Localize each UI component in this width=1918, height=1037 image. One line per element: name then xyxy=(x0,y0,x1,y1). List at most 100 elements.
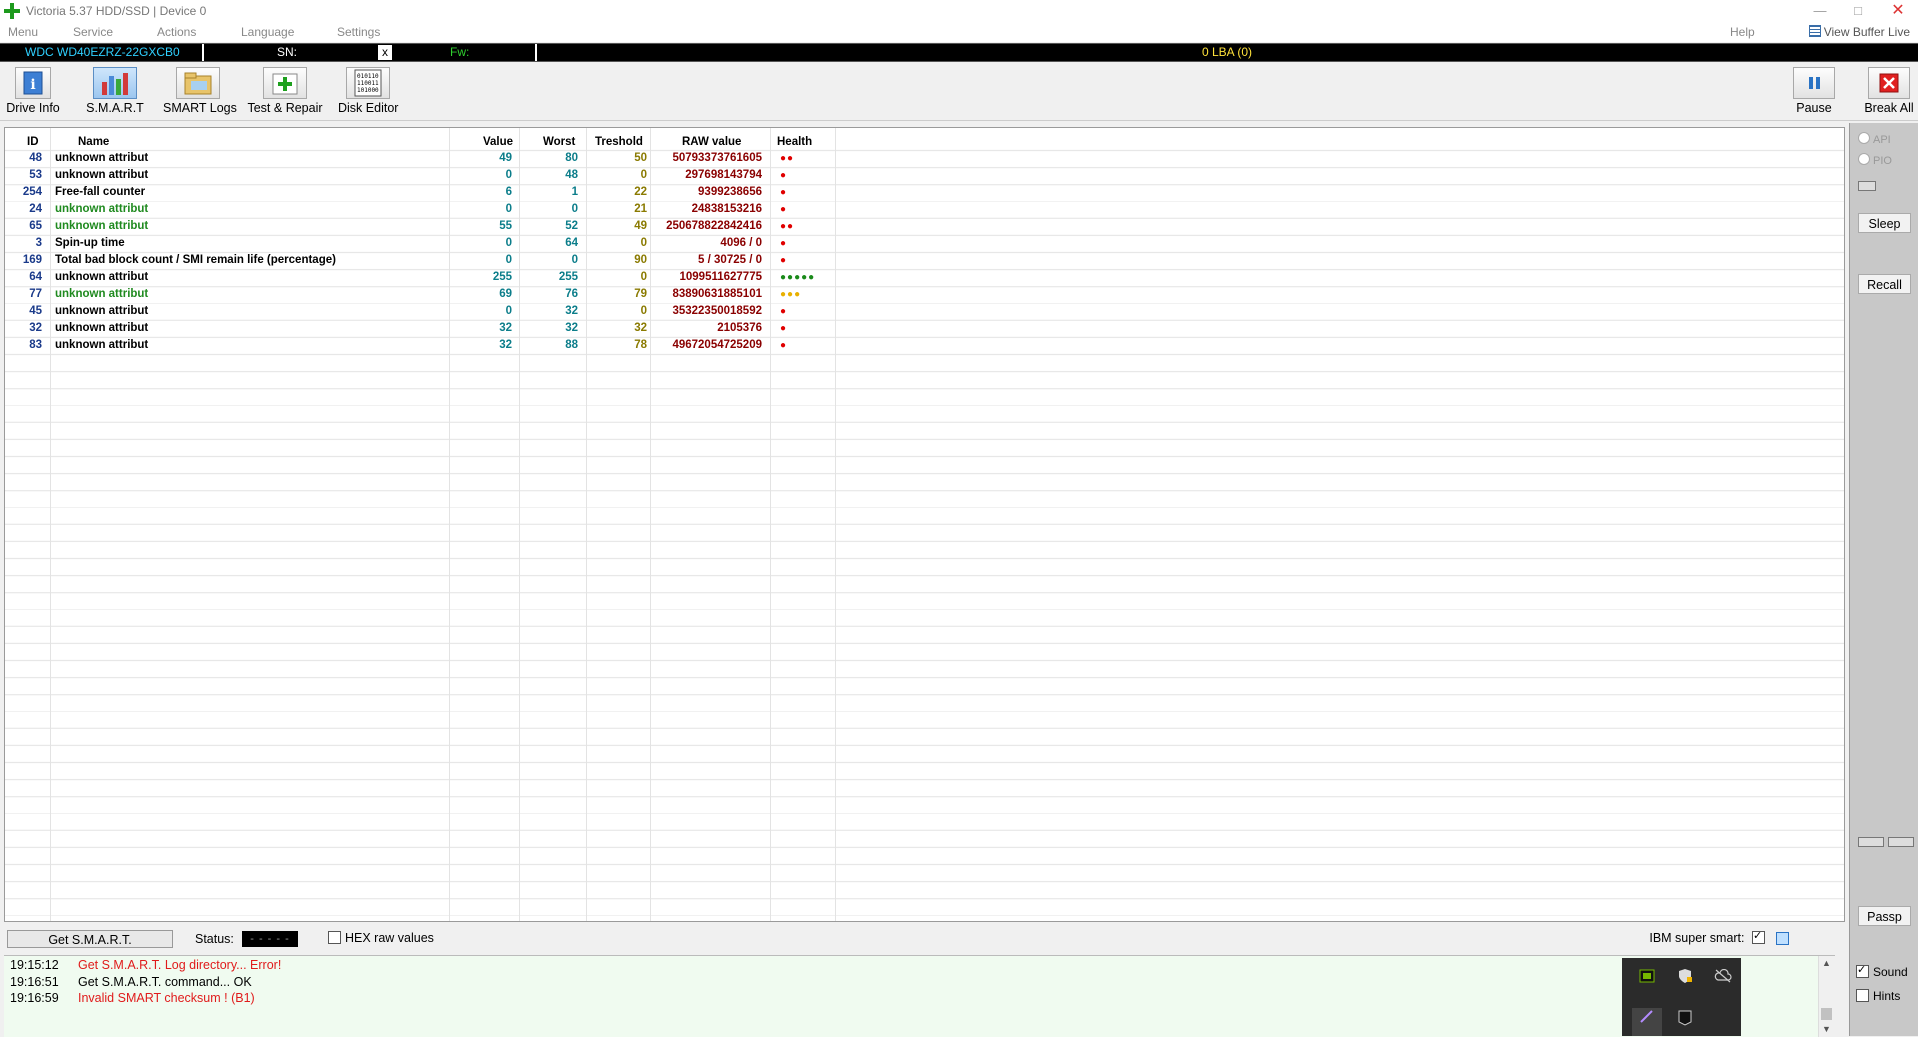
table-row[interactable]: 65 unknown attribut 55 52 49 250678822842416 ●… xyxy=(5,219,835,236)
menu-item-settings[interactable]: Settings xyxy=(337,25,380,39)
cell-worst: 0 xyxy=(571,203,578,215)
menu-item-help[interactable]: Help xyxy=(1730,25,1755,39)
cell-id: 53 xyxy=(29,169,42,181)
get-smart-button[interactable]: Get S.M.A.R.T. xyxy=(7,930,173,948)
table-row[interactable]: 83 unknown attribut 32 88 78 49672054725209 ● xyxy=(5,338,835,355)
smart-logs-button[interactable]: SMART Logs xyxy=(163,67,237,115)
sleep-button[interactable]: Sleep xyxy=(1858,213,1911,233)
table-row[interactable]: 53 unknown attribut 0 48 0 297698143794 ● xyxy=(5,168,835,185)
pen-icon[interactable] xyxy=(1632,1008,1662,1036)
svg-text:010110: 010110 xyxy=(357,73,379,80)
table-row[interactable]: 254 Free-fall counter 6 1 22 9399238656 ● xyxy=(5,185,835,202)
header-worst[interactable]: Worst xyxy=(543,136,575,148)
pause-button[interactable]: Pause xyxy=(1793,67,1835,115)
sound-label: Sound xyxy=(1873,965,1908,979)
epic-games-icon[interactable] xyxy=(1674,1010,1696,1032)
test-repair-button[interactable]: Test & Repair xyxy=(247,67,323,115)
menu-item-service[interactable]: Service xyxy=(73,25,113,39)
cell-threshold: 50 xyxy=(634,152,647,164)
column-divider xyxy=(835,128,836,921)
small-button-left[interactable] xyxy=(1858,837,1884,847)
cell-raw-value: 49672054725209 xyxy=(672,339,762,351)
header-value[interactable]: Value xyxy=(483,136,513,148)
scroll-thumb[interactable] xyxy=(1821,1008,1832,1020)
title-bar: Victoria 5.37 HDD/SSD | Device 0 — □ ✕ xyxy=(0,0,1918,22)
table-row[interactable]: 169 Total bad block count / SMI remain li… xyxy=(5,253,835,270)
ibm-super-smart-checkbox[interactable]: IBM super smart: xyxy=(1649,929,1769,945)
radio-icon xyxy=(1858,153,1870,165)
menu-bar: Menu Service Actions Language Settings H… xyxy=(0,22,1918,42)
log-scrollbar[interactable]: ▲ ▼ xyxy=(1818,956,1835,1037)
break-all-button[interactable]: Break All xyxy=(1863,67,1915,115)
checkbox-icon xyxy=(328,931,341,944)
cell-worst: 48 xyxy=(565,169,578,181)
header-name[interactable]: Name xyxy=(78,136,109,148)
hints-checkbox[interactable]: Hints xyxy=(1856,989,1900,1003)
drive-info-button[interactable]: i Drive Info xyxy=(5,67,61,115)
cell-value: 55 xyxy=(499,220,512,232)
cell-raw-value: 83890631885101 xyxy=(672,288,762,300)
sn-clear-button[interactable]: x xyxy=(378,45,392,60)
log-panel[interactable]: 19:15:12 Get S.M.A.R.T. Log directory... … xyxy=(4,955,1835,1037)
cell-value: 0 xyxy=(505,237,512,249)
header-id[interactable]: ID xyxy=(27,136,39,148)
cell-threshold: 90 xyxy=(634,254,647,266)
cell-value: 6 xyxy=(505,186,512,198)
cell-threshold: 0 xyxy=(640,169,647,181)
cell-value: 69 xyxy=(499,288,512,300)
sound-checkbox[interactable]: Sound xyxy=(1856,963,1908,979)
nvidia-icon[interactable] xyxy=(1636,968,1658,990)
right-control-panel: API PIO Sleep Recall Passp Sound Hints xyxy=(1849,123,1918,1036)
break-all-label: Break All xyxy=(1864,101,1914,115)
ibm-option-button[interactable] xyxy=(1776,932,1789,945)
hex-raw-checkbox[interactable]: HEX raw values xyxy=(328,931,434,945)
cell-id: 24 xyxy=(29,203,42,215)
cloud-offline-icon[interactable] xyxy=(1712,968,1734,990)
smart-attributes-table[interactable]: ID Name Value Worst Treshold RAW value H… xyxy=(4,127,1845,922)
cell-threshold: 0 xyxy=(640,271,647,283)
recall-button[interactable]: Recall xyxy=(1858,274,1911,294)
view-buffer-live[interactable]: View Buffer Live xyxy=(1808,25,1910,39)
cell-id: 48 xyxy=(29,152,42,164)
maximize-button[interactable]: □ xyxy=(1844,0,1872,22)
cell-name: unknown attribut xyxy=(55,220,149,232)
header-threshold[interactable]: Treshold xyxy=(595,136,643,148)
header-health[interactable]: Health xyxy=(777,136,812,148)
scroll-up-icon[interactable]: ▲ xyxy=(1822,958,1831,968)
api-label: API xyxy=(1873,134,1891,146)
menu-item-menu[interactable]: Menu xyxy=(8,25,38,39)
table-row[interactable]: 24 unknown attribut 0 0 21 24838153216 ● xyxy=(5,202,835,219)
cell-value: 0 xyxy=(505,203,512,215)
security-shield-icon[interactable] xyxy=(1674,968,1696,990)
header-raw-value[interactable]: RAW value xyxy=(682,136,741,148)
passp-button[interactable]: Passp xyxy=(1858,906,1911,926)
minimize-button[interactable]: — xyxy=(1806,0,1834,22)
menu-item-actions[interactable]: Actions xyxy=(157,25,196,39)
disk-editor-button[interactable]: 010110 110011 101000 Disk Editor xyxy=(338,67,398,115)
table-row[interactable]: 64 unknown attribut 255 255 0 1099511627775 ●●… xyxy=(5,270,835,287)
menu-item-language[interactable]: Language xyxy=(241,25,294,39)
cell-threshold: 21 xyxy=(634,203,647,215)
small-button-right[interactable] xyxy=(1888,837,1914,847)
cell-threshold: 32 xyxy=(634,322,647,334)
smart-button[interactable]: S.M.A.R.T xyxy=(85,67,145,115)
cell-name: Total bad block count / SMI remain life … xyxy=(55,254,336,266)
table-row[interactable]: 48 unknown attribut 49 80 50 50793373761605 ●● xyxy=(5,151,835,168)
first-aid-icon xyxy=(263,67,307,99)
api-radio[interactable]: API xyxy=(1858,132,1891,146)
cell-name: unknown attribut xyxy=(55,339,149,351)
table-row[interactable]: 32 unknown attribut 32 32 32 2105376 ● xyxy=(5,321,835,338)
log-entry: 19:16:51 Get S.M.A.R.T. command... OK xyxy=(10,975,252,989)
table-row[interactable]: 3 Spin-up time 0 64 0 4096 / 0 ● xyxy=(5,236,835,253)
cell-health-dots: ● xyxy=(780,255,788,266)
binary-editor-icon: 010110 110011 101000 xyxy=(346,67,390,99)
info-separator xyxy=(202,44,204,61)
table-row[interactable]: 77 unknown attribut 69 76 79 83890631885101 ●●… xyxy=(5,287,835,304)
scroll-down-icon[interactable]: ▼ xyxy=(1822,1024,1831,1034)
cell-value: 32 xyxy=(499,339,512,351)
pio-radio[interactable]: PIO xyxy=(1858,153,1892,167)
close-button[interactable]: ✕ xyxy=(1884,0,1912,22)
log-time: 19:15:12 xyxy=(10,958,59,972)
table-row[interactable]: 45 unknown attribut 0 32 0 35322350018592 ● xyxy=(5,304,835,321)
cell-raw-value: 297698143794 xyxy=(685,169,762,181)
